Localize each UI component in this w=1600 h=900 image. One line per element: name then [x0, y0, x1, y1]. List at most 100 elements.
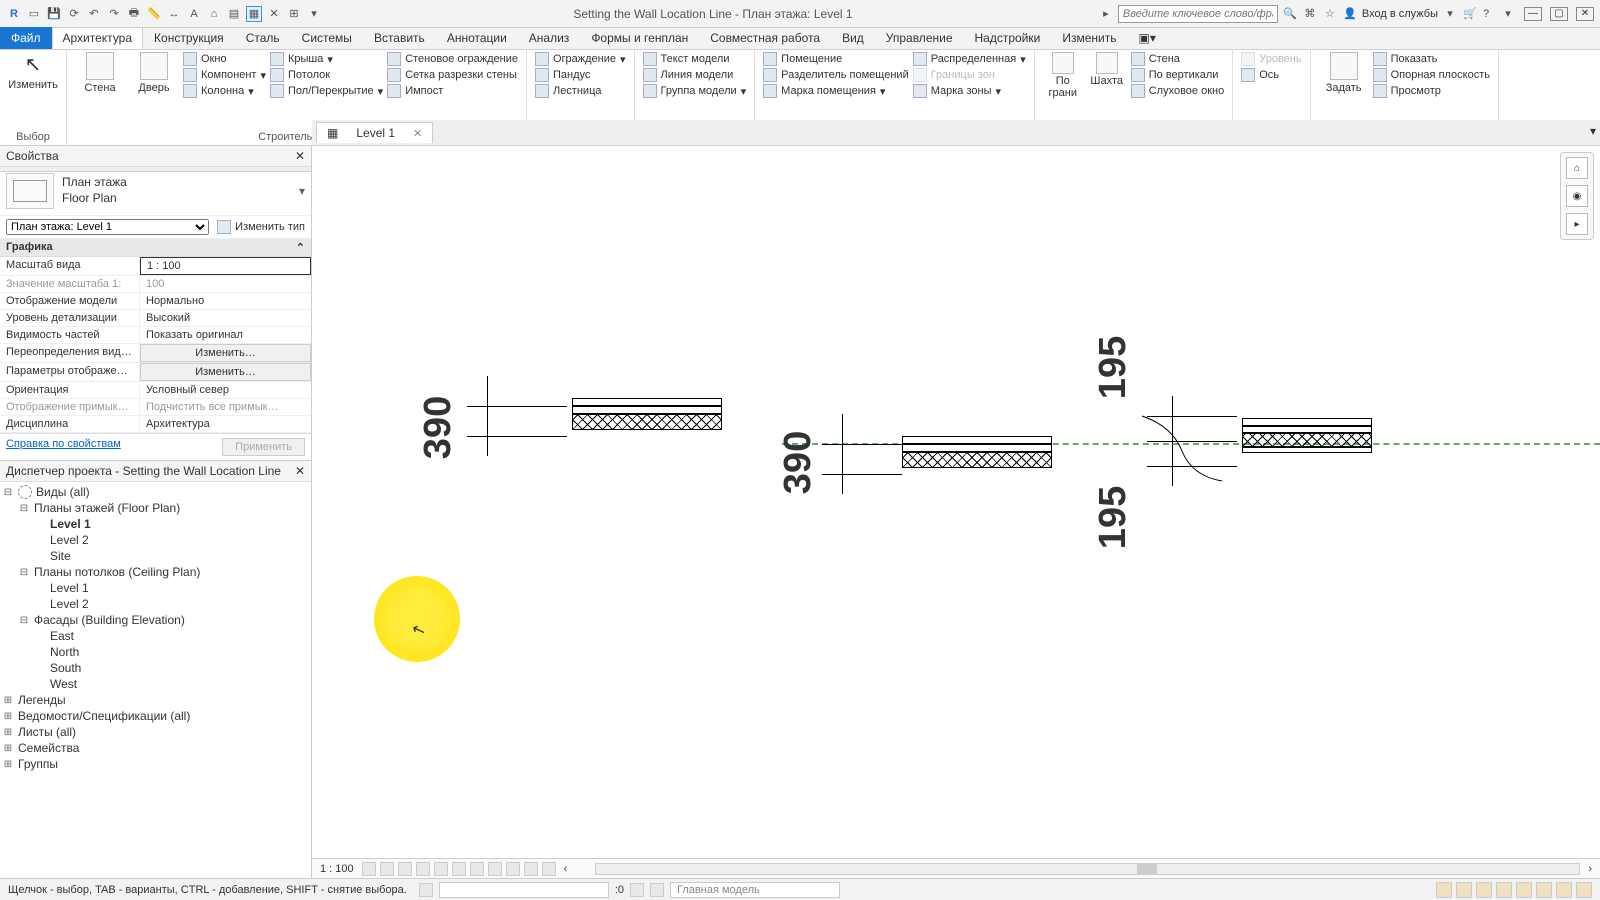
sb-r2-icon[interactable] — [1456, 882, 1472, 898]
workset-combo[interactable]: Главная модель — [670, 882, 840, 898]
expand-icon[interactable]: ⊟ — [18, 615, 30, 626]
modify-button[interactable]: ↖ Изменить — [8, 52, 58, 91]
sun-icon[interactable] — [398, 862, 412, 876]
tree-el-south[interactable]: South — [2, 660, 309, 676]
tab-view[interactable]: Вид — [831, 27, 875, 49]
props-value[interactable]: Изменить… — [140, 344, 311, 362]
help-dd-icon[interactable]: ▾ — [1500, 6, 1516, 22]
login-dd-icon[interactable]: ▾ — [1442, 6, 1458, 22]
tab-addins[interactable]: Надстройки — [964, 27, 1052, 49]
stair-button[interactable]: Лестница — [535, 84, 626, 98]
tab-collaborate[interactable]: Совместная работа — [699, 27, 831, 49]
sb-filter-icon[interactable] — [1576, 882, 1592, 898]
qat-save-icon[interactable]: 💾 — [46, 6, 62, 22]
tree-el-west[interactable]: West — [2, 676, 309, 692]
props-group-graphics[interactable]: Графика⌃ — [0, 239, 311, 257]
sb-icon-1[interactable] — [419, 883, 433, 897]
scroll-left-icon[interactable]: ‹ — [564, 863, 568, 875]
properties-close-icon[interactable]: ✕ — [295, 149, 305, 163]
cart-icon[interactable]: 🛒 — [1462, 6, 1478, 22]
tree-cp-level1[interactable]: Level 1 — [2, 580, 309, 596]
room-button[interactable]: Помещение — [763, 52, 909, 66]
props-row[interactable]: Отображение примыка…Подчистить все примы… — [0, 399, 311, 416]
qat-redo-icon[interactable]: ↷ — [106, 6, 122, 22]
search-input[interactable] — [1118, 5, 1278, 23]
tree-schedules[interactable]: ⊞Ведомости/Спецификации (all) — [2, 708, 309, 724]
expand-icon[interactable]: ⊞ — [2, 727, 14, 738]
qat-print-icon[interactable]: 🖶 — [126, 6, 142, 22]
tree-views[interactable]: ⊟Виды (all) — [2, 484, 309, 500]
home-icon[interactable]: ⌂ — [1566, 157, 1588, 179]
detail-icon[interactable] — [362, 862, 376, 876]
railing-button[interactable]: Ограждение ▾ — [535, 52, 626, 66]
door-button[interactable]: Дверь — [129, 52, 179, 94]
tab-structure[interactable]: Конструкция — [143, 27, 235, 49]
edit-type-button[interactable]: Изменить тип — [217, 219, 305, 235]
tree-fp-site[interactable]: Site — [2, 548, 309, 564]
tree-families[interactable]: ⊞Семейства — [2, 740, 309, 756]
close-button[interactable]: ✕ — [1576, 7, 1594, 21]
qat-dim-icon[interactable]: ↔ — [166, 6, 182, 22]
qat-section-icon[interactable]: ▤ — [226, 6, 242, 22]
temp-icon[interactable] — [506, 862, 520, 876]
tree-sheets[interactable]: ⊞Листы (all) — [2, 724, 309, 740]
qat-thin-icon[interactable]: ▦ — [246, 6, 262, 22]
type-dd-icon[interactable]: ▾ — [299, 184, 305, 198]
style-icon[interactable] — [380, 862, 394, 876]
props-row[interactable]: ДисциплинаАрхитектура — [0, 416, 311, 433]
viewtab-level1[interactable]: ▦ Level 1 ✕ — [316, 122, 433, 143]
qat-sync-icon[interactable]: ⟳ — [66, 6, 82, 22]
type-selector[interactable]: План этажа Floor Plan ▾ — [0, 167, 311, 216]
props-row[interactable]: Уровень детализацииВысокий — [0, 310, 311, 327]
sb-icon-2[interactable] — [630, 883, 644, 897]
show-button[interactable]: Показать — [1373, 52, 1490, 66]
expand-icon[interactable]: ⊟ — [18, 503, 30, 514]
tree-ceilingplans[interactable]: ⊟Планы потолков (Ceiling Plan) — [2, 564, 309, 580]
sb-r5-icon[interactable] — [1516, 882, 1532, 898]
expand-icon[interactable]: ⊟ — [18, 567, 30, 578]
minimize-button[interactable]: — — [1524, 7, 1542, 21]
window-button[interactable]: Окно — [183, 52, 266, 66]
props-row[interactable]: Отображение моделиНормально — [0, 293, 311, 310]
collapse-icon[interactable]: ⌃ — [296, 241, 305, 254]
viewtab-close-icon[interactable]: ✕ — [413, 127, 422, 140]
props-row[interactable]: Масштаб вида1 : 100 — [0, 257, 311, 276]
refplane-button[interactable]: Опорная плоскость — [1373, 68, 1490, 82]
star-icon[interactable]: ☆ — [1322, 6, 1338, 22]
tab-annotate[interactable]: Аннотации — [436, 27, 518, 49]
set-button[interactable]: Задать — [1319, 52, 1369, 94]
props-row[interactable]: Значение масштаба 1:100 — [0, 276, 311, 293]
nav-dial-icon[interactable]: ◉ — [1566, 185, 1588, 207]
props-value[interactable]: 100 — [140, 276, 311, 292]
sb-r6-icon[interactable] — [1536, 882, 1552, 898]
tree-fp-level1[interactable]: Level 1 — [2, 516, 309, 532]
cropshow-icon[interactable] — [470, 862, 484, 876]
props-value[interactable]: Высокий — [140, 310, 311, 326]
areatag-button[interactable]: Марка зоны ▾ — [913, 84, 1026, 98]
props-row[interactable]: Видимость частейПоказать оригинал — [0, 327, 311, 344]
viewer-button[interactable]: Просмотр — [1373, 84, 1490, 98]
qat-open-icon[interactable]: ▭ — [26, 6, 42, 22]
byface-button[interactable]: По грани — [1043, 52, 1083, 99]
shaft-button[interactable]: Шахта — [1087, 52, 1127, 87]
crop-icon[interactable] — [452, 862, 466, 876]
tab-analyze[interactable]: Анализ — [518, 27, 581, 49]
element-combo[interactable]: План этажа: Level 1 — [6, 219, 209, 235]
search-icon[interactable]: 🔍 — [1282, 6, 1298, 22]
props-row[interactable]: Переопределения види…Изменить… — [0, 344, 311, 363]
props-row[interactable]: Параметры отображени…Изменить… — [0, 363, 311, 382]
sb-combo-1[interactable] — [439, 882, 609, 898]
roomtag-button[interactable]: Марка помещения ▾ — [763, 84, 909, 98]
qat-measure-icon[interactable]: 📏 — [146, 6, 162, 22]
tab-massing[interactable]: Формы и генплан — [580, 27, 699, 49]
floor-button[interactable]: Пол/Перекрытие ▾ — [270, 84, 383, 98]
viewtab-menu-icon[interactable]: ▾ — [1590, 124, 1596, 138]
wallopening-button[interactable]: Стена — [1131, 52, 1225, 66]
props-row[interactable]: ОриентацияУсловный север — [0, 382, 311, 399]
mullion-button[interactable]: Импост — [387, 84, 518, 98]
render-icon[interactable] — [434, 862, 448, 876]
select-group-label[interactable]: Выбор — [8, 129, 58, 143]
modelline-button[interactable]: Линия модели — [643, 68, 747, 82]
modeltext-button[interactable]: Текст модели — [643, 52, 747, 66]
horizontal-scrollbar[interactable] — [595, 863, 1580, 875]
